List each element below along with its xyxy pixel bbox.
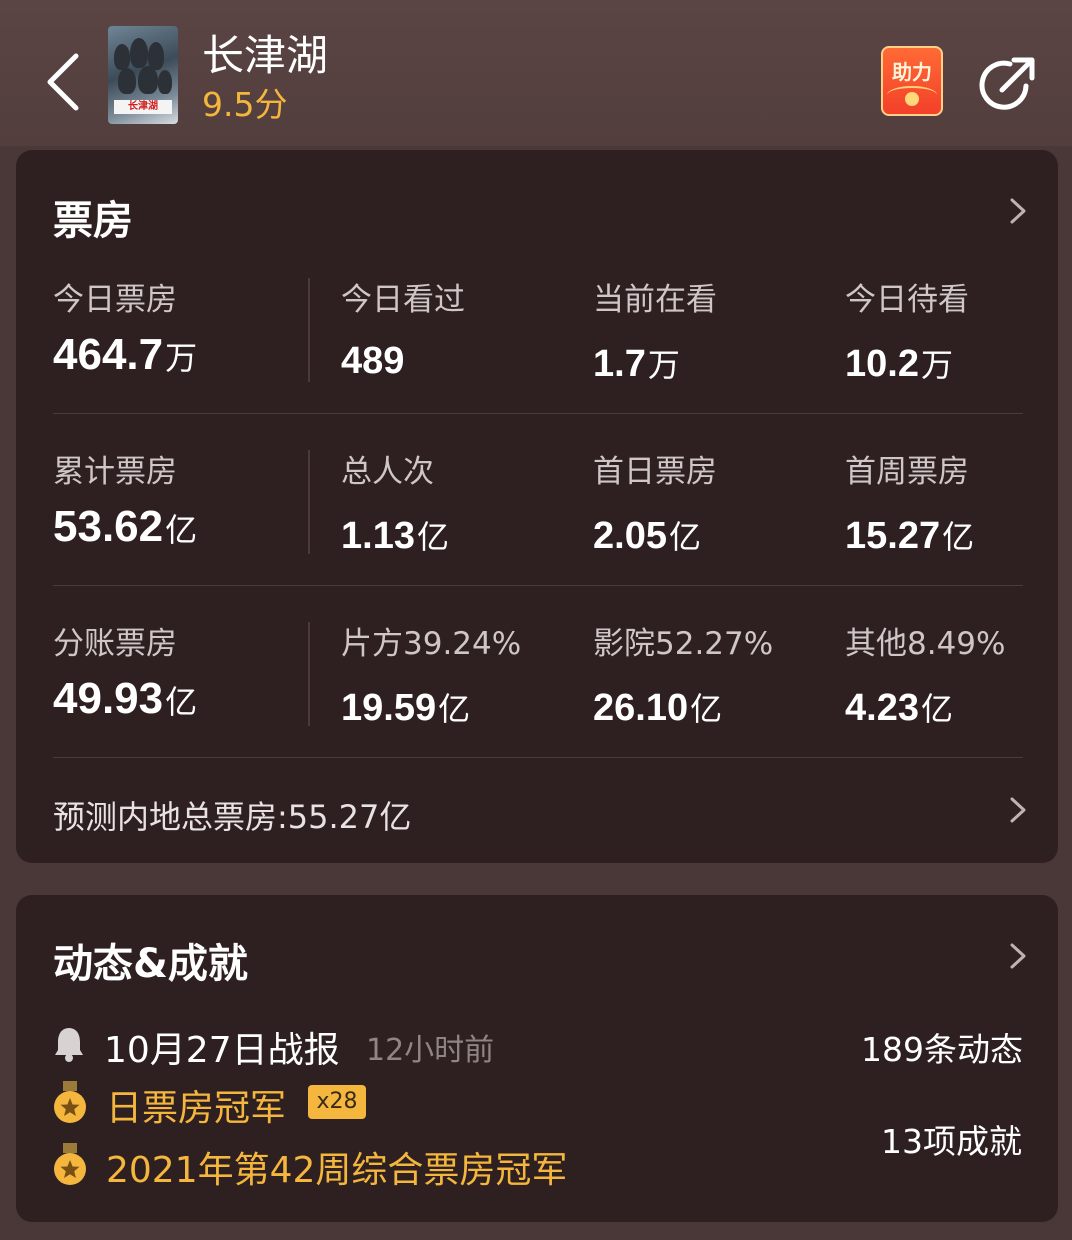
- movie-score: 9.5分: [202, 85, 288, 124]
- coin-icon: [905, 92, 919, 106]
- chevron-right-icon[interactable]: [1006, 941, 1030, 971]
- value-unit: 亿: [668, 519, 701, 555]
- value-unit: 万: [165, 340, 198, 376]
- chevron-right-icon[interactable]: [1006, 196, 1030, 226]
- first-week-boxoffice-label: 首周票房: [845, 454, 969, 490]
- watching-now-label: 当前在看: [593, 282, 717, 318]
- movie-poster[interactable]: 长津湖: [108, 26, 178, 124]
- total-admissions-label: 总人次: [341, 454, 434, 490]
- movie-title: 长津湖: [202, 31, 329, 80]
- column-divider: [308, 622, 310, 726]
- value-unit: 万: [647, 347, 680, 383]
- poster-figure: [118, 68, 136, 94]
- news-achievements-title: 动态&成就: [53, 941, 248, 987]
- cinema-share-label: 影院52.27%: [593, 626, 774, 662]
- today-boxoffice-value: 464.7万: [53, 330, 197, 380]
- poster-title: 长津湖: [114, 100, 172, 114]
- column-divider: [308, 450, 310, 554]
- daily-report-link[interactable]: 10月27日战报: [104, 1021, 340, 1073]
- producer-share-label: 片方39.24%: [341, 626, 522, 662]
- first-day-boxoffice-value: 2.05亿: [593, 512, 701, 558]
- medal-icon: [54, 1143, 86, 1185]
- value-unit: 亿: [165, 512, 198, 548]
- first-week-boxoffice-value: 15.27亿: [845, 512, 974, 558]
- chevron-right-icon[interactable]: [1006, 795, 1030, 825]
- value-unit: 亿: [690, 691, 723, 727]
- total-admissions-value: 1.13亿: [341, 512, 449, 558]
- achievement-item[interactable]: 2021年第42周综合票房冠军: [106, 1141, 567, 1193]
- forecast-total-boxoffice[interactable]: 预测内地总票房:55.27亿: [53, 792, 411, 838]
- split-boxoffice-value: 49.93亿: [53, 674, 197, 724]
- report-time: 12小时前: [366, 1033, 495, 1068]
- top-bar: 长津湖 长津湖 9.5分 助力: [0, 0, 1072, 146]
- value-number: 53.62: [53, 502, 164, 551]
- poster-figure: [114, 44, 130, 70]
- achievement-count[interactable]: 13项成就: [881, 1115, 1022, 1163]
- value-number: 49.93: [53, 674, 164, 723]
- want-to-watch-label: 今日待看: [845, 282, 969, 318]
- boost-label: 助力: [892, 60, 932, 84]
- cinema-share-value: 26.10亿: [593, 684, 722, 730]
- column-divider: [308, 278, 310, 382]
- want-to-watch-value: 10.2万: [845, 340, 953, 386]
- value-number: 26.10: [593, 687, 689, 729]
- poster-figure: [130, 38, 148, 68]
- share-button[interactable]: [976, 52, 1040, 116]
- value-number: 2.05: [593, 515, 667, 557]
- back-button[interactable]: [36, 42, 92, 122]
- value-number: 489: [341, 340, 405, 382]
- boxoffice-title: 票房: [53, 198, 133, 244]
- watching-now-value: 1.7万: [593, 340, 680, 386]
- value-number: 1.7: [593, 343, 646, 385]
- news-achievements-card: 动态&成就 10月27日战报 12小时前 189条动态 日票房冠军 x28 20…: [16, 895, 1058, 1222]
- row-divider: [53, 585, 1023, 586]
- boxoffice-card: 票房 今日票房 464.7万 今日看过 489 当前在看 1.7万 今日待看 1…: [16, 150, 1058, 863]
- row-divider: [53, 757, 1023, 758]
- poster-figure: [138, 66, 158, 94]
- achievement-item[interactable]: 日票房冠军: [106, 1079, 286, 1131]
- boost-button[interactable]: 助力: [881, 46, 943, 116]
- value-unit: 亿: [920, 691, 953, 727]
- share-icon: [979, 57, 1035, 110]
- today-boxoffice-label: 今日票房: [53, 282, 177, 318]
- today-watched-label: 今日看过: [341, 282, 465, 318]
- other-share-value: 4.23亿: [845, 684, 953, 730]
- bell-icon: [55, 1028, 83, 1062]
- poster-figure: [158, 70, 172, 94]
- achievement-count-badge: x28: [308, 1085, 366, 1119]
- today-watched-value: 489: [341, 340, 406, 383]
- value-number: 464.7: [53, 330, 164, 379]
- other-share-label: 其他8.49%: [845, 626, 1006, 662]
- value-number: 10.2: [845, 343, 919, 385]
- dynamic-count[interactable]: 189条动态: [861, 1023, 1023, 1071]
- total-boxoffice-value: 53.62亿: [53, 502, 197, 552]
- back-arrow-icon: [47, 53, 79, 111]
- row-divider: [53, 413, 1023, 414]
- first-day-boxoffice-label: 首日票房: [593, 454, 717, 490]
- value-number: 1.13: [341, 515, 415, 557]
- medal-icon: [54, 1081, 86, 1123]
- value-unit: 亿: [416, 519, 449, 555]
- value-number: 15.27: [845, 515, 941, 557]
- total-boxoffice-label: 累计票房: [53, 454, 177, 490]
- producer-share-value: 19.59亿: [341, 684, 470, 730]
- value-unit: 亿: [438, 691, 471, 727]
- value-unit: 万: [920, 347, 953, 383]
- split-boxoffice-label: 分账票房: [53, 626, 177, 662]
- value-number: 4.23: [845, 687, 919, 729]
- value-number: 19.59: [341, 687, 437, 729]
- value-unit: 亿: [165, 684, 198, 720]
- value-unit: 亿: [942, 519, 975, 555]
